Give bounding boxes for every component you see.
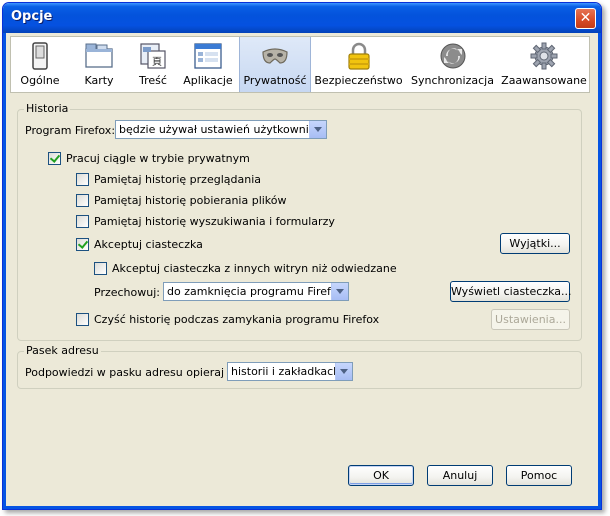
keep-until-label: Przechowuj: [94, 286, 160, 299]
suggest-label: Podpowiedzi w pasku adresu opieraj na: [25, 366, 245, 379]
tab-label: Bezpieczeństwo [314, 74, 403, 87]
tab-label: Zaawansowane [501, 74, 587, 87]
chevron-down-icon [331, 283, 348, 300]
content-page-icon: 頁 [140, 43, 166, 69]
clear-on-close-label: Czyść historię podczas zamykania program… [94, 313, 380, 326]
clear-settings-button[interactable]: Ustawienia... [491, 309, 570, 330]
tab-label: Treść [139, 74, 167, 87]
gear-icon [530, 42, 558, 70]
cancel-button[interactable]: Anuluj [427, 465, 493, 486]
window-title: Opcje [11, 9, 53, 24]
suggest-select[interactable]: historii i zakładkach [227, 362, 353, 381]
search-history-label: Pamiętaj historię wyszukiwania i formula… [94, 215, 335, 228]
tab-label: Ogólne [20, 74, 60, 87]
private-mode-checkbox[interactable] [48, 152, 61, 165]
exceptions-button[interactable]: Wyjątki... [500, 233, 570, 254]
third-party-cookies-label: Akceptuj ciasteczka z innych witryn niż … [112, 262, 397, 275]
chevron-down-icon [335, 363, 352, 380]
download-history-checkbox[interactable] [76, 194, 89, 207]
svg-text:頁: 頁 [152, 56, 162, 68]
browse-history-label: Pamiętaj historię przeglądania [94, 173, 261, 186]
search-history-checkbox[interactable] [76, 215, 89, 228]
address-bar-group-title: Pasek adresu [24, 344, 101, 357]
history-mode-select[interactable]: będzie używał ustawień użytkownika [115, 120, 327, 139]
tab-applications[interactable]: Aplikacje [177, 37, 239, 92]
tab-tabs[interactable]: Karty [69, 37, 129, 92]
tab-content[interactable]: 頁 Treść [129, 37, 177, 92]
title-bar[interactable]: Opcje ✕ [3, 3, 601, 33]
program-firefox-label: Program Firefox: [25, 124, 116, 137]
chevron-down-icon [309, 121, 326, 138]
tab-label: Prywatność [243, 74, 307, 87]
switch-icon [32, 42, 48, 70]
tab-label: Aplikacje [183, 74, 233, 87]
close-icon: ✕ [579, 10, 592, 26]
accept-cookies-checkbox[interactable] [76, 238, 89, 251]
browse-history-checkbox[interactable] [76, 173, 89, 186]
sync-icon [440, 43, 465, 69]
tabs-window-icon [85, 43, 113, 68]
options-toolbar: Ogólne Karty 頁 Treść Aplikacje Prywatnoś… [10, 36, 590, 93]
applications-window-icon [194, 43, 222, 69]
tab-general[interactable]: Ogólne [11, 37, 69, 92]
tab-label: Synchronizacja [411, 74, 494, 87]
tab-label: Karty [84, 74, 114, 87]
tab-advanced[interactable]: Zaawansowane [499, 37, 589, 92]
history-mode-value: będzie używał ustawień użytkownika [119, 123, 322, 136]
clear-on-close-checkbox[interactable] [76, 313, 89, 326]
privacy-mask-icon [262, 48, 288, 64]
private-mode-label: Pracuj ciągle w trybie prywatnym [66, 152, 250, 165]
padlock-icon [347, 42, 370, 70]
keep-until-value: do zamknięcia programu Firefox [167, 285, 344, 298]
help-button[interactable]: Pomoc [506, 465, 572, 486]
keep-until-select[interactable]: do zamknięcia programu Firefox [163, 282, 349, 301]
tab-sync[interactable]: Synchronizacja [406, 37, 499, 92]
tab-security[interactable]: Bezpieczeństwo [311, 37, 406, 92]
history-group-title: Historia [24, 102, 71, 115]
third-party-cookies-checkbox[interactable] [94, 262, 107, 275]
accept-cookies-label: Akceptuj ciasteczka [94, 238, 203, 251]
close-button[interactable]: ✕ [575, 8, 596, 29]
download-history-label: Pamiętaj historię pobierania plików [94, 194, 287, 207]
suggest-value: historii i zakładkach [231, 365, 341, 378]
show-cookies-button[interactable]: Wyświetl ciasteczka... [450, 281, 572, 302]
options-dialog: Opcje ✕ Ogólne Karty 頁 Treść Aplikacje P… [2, 2, 602, 510]
tab-privacy[interactable]: Prywatność [239, 37, 311, 92]
ok-button[interactable]: OK [348, 465, 414, 486]
